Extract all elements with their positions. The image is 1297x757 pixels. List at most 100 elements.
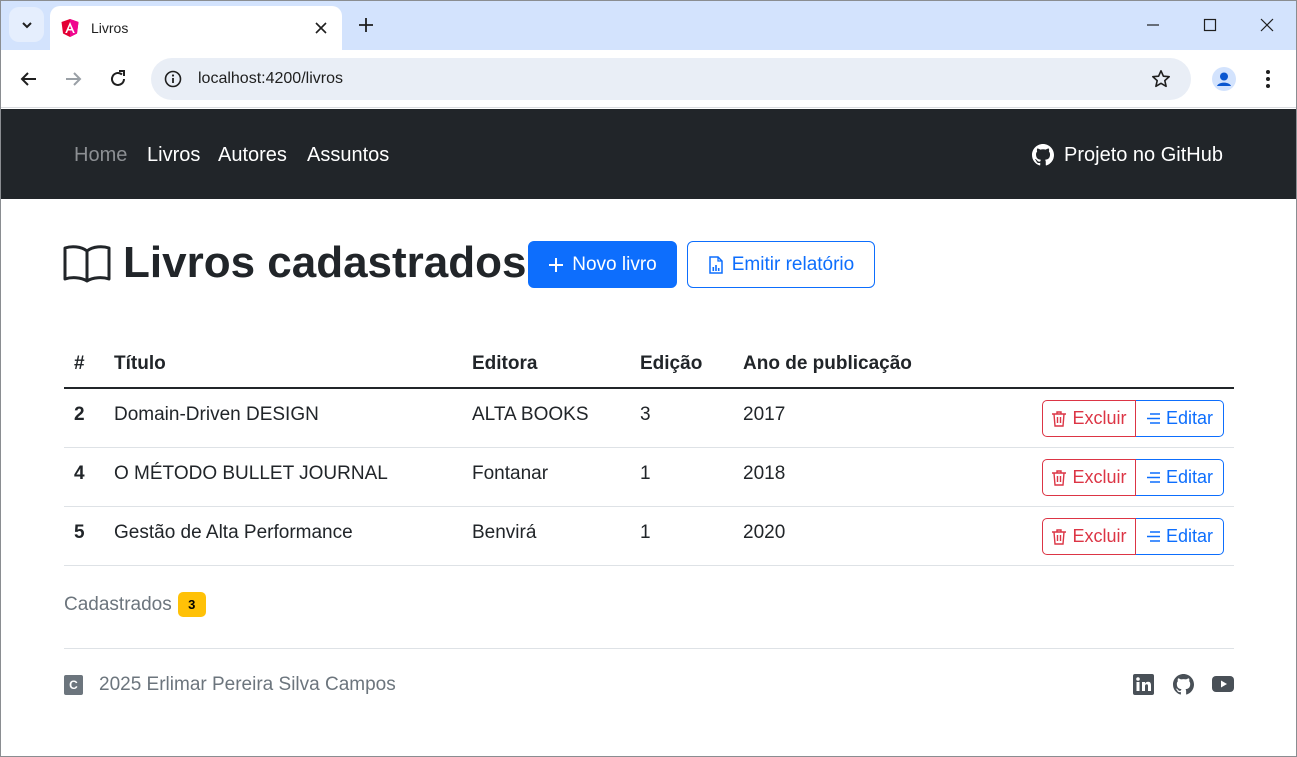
back-button[interactable] (13, 63, 45, 95)
new-book-button[interactable]: Novo livro (528, 241, 677, 288)
trash-icon (1052, 529, 1067, 545)
row-actions: Excluir Editar (1042, 459, 1224, 496)
youtube-icon[interactable] (1212, 673, 1234, 695)
table-row: 4 O MÉTODO BULLET JOURNAL Fontanar 1 201… (64, 448, 1234, 507)
tab-close-icon[interactable] (308, 15, 334, 41)
minimize-icon (1147, 24, 1159, 26)
maximize-icon (1203, 18, 1217, 32)
footer-copyright: C 2025 Erlimar Pereira Silva Campos (64, 674, 396, 696)
nav-link-livros[interactable]: Livros (147, 143, 200, 167)
table-header: # Título Editora Edição Ano de publicaçã… (64, 340, 1234, 389)
trash-icon (1052, 470, 1067, 486)
arrow-right-icon (66, 72, 82, 86)
text-lines-icon (1146, 413, 1160, 424)
maximize-button[interactable] (1181, 0, 1239, 50)
browser-tab[interactable]: Livros (50, 6, 342, 50)
plus-icon (359, 18, 373, 32)
github-icon (1032, 144, 1054, 166)
books-table: # Título Editora Edição Ano de publicaçã… (64, 340, 1234, 566)
page-header: Livros cadastrados (63, 237, 527, 289)
linkedin-icon[interactable] (1132, 673, 1154, 695)
report-label: Emitir relatório (731, 253, 855, 275)
header-ano: Ano de publicação (743, 353, 912, 374)
profile-avatar-icon (1212, 67, 1236, 91)
copyright-icon: C (64, 675, 83, 695)
arrow-left-icon (20, 72, 36, 86)
table-row: 2 Domain-Driven DESIGN ALTA BOOKS 3 2017… (64, 389, 1234, 448)
cell-edicao: 1 (640, 463, 651, 484)
github-project-link[interactable]: Projeto no GitHub (1032, 143, 1223, 167)
angular-logo-icon (60, 18, 80, 38)
cell-editora: Benvirá (472, 522, 537, 543)
forward-button[interactable] (57, 63, 89, 95)
copyright-text: 2025 Erlimar Pereira Silva Campos (99, 674, 396, 695)
bookmark-star-icon[interactable] (1147, 65, 1175, 93)
delete-label: Excluir (1072, 408, 1127, 428)
nav-link-assuntos[interactable]: Assuntos (307, 143, 389, 167)
delete-button[interactable]: Excluir (1042, 459, 1136, 496)
cell-editora: ALTA BOOKS (472, 404, 589, 425)
url-text[interactable]: localhost:4200/livros (198, 70, 1147, 88)
close-icon (1260, 18, 1274, 32)
address-bar[interactable]: localhost:4200/livros (151, 58, 1191, 100)
app-navbar: Home Livros Autores Assuntos Projeto no … (1, 109, 1296, 199)
cell-edicao: 1 (640, 522, 651, 543)
profile-button[interactable] (1208, 63, 1240, 95)
cell-editora: Fontanar (472, 463, 549, 484)
minimize-button[interactable] (1124, 0, 1182, 50)
report-button[interactable]: Emitir relatório (687, 241, 875, 288)
delete-button[interactable]: Excluir (1042, 400, 1136, 437)
cell-titulo: O MÉTODO BULLET JOURNAL (114, 463, 388, 484)
text-lines-icon (1146, 472, 1160, 483)
cell-ano: 2020 (743, 522, 786, 543)
cell-id: 5 (74, 522, 85, 543)
close-window-button[interactable] (1238, 0, 1296, 50)
reload-icon (111, 70, 125, 86)
browser-toolbar: localhost:4200/livros (0, 50, 1297, 108)
row-actions: Excluir Editar (1042, 518, 1224, 555)
nav-link-autores[interactable]: Autores (218, 143, 287, 167)
header-id: # (74, 353, 85, 374)
cell-id: 4 (74, 463, 85, 484)
book-icon (63, 241, 113, 285)
cell-titulo: Gestão de Alta Performance (114, 522, 353, 543)
count-label: Cadastrados (64, 593, 172, 615)
more-vertical-icon (1266, 70, 1270, 88)
browser-tabstrip: Livros (0, 0, 1297, 50)
reload-button[interactable] (102, 63, 134, 95)
delete-label: Excluir (1072, 526, 1127, 546)
cell-ano: 2017 (743, 404, 786, 425)
edit-button[interactable]: Editar (1136, 459, 1224, 496)
github-icon[interactable] (1172, 673, 1194, 695)
trash-icon (1052, 411, 1067, 427)
plus-icon (549, 257, 564, 272)
github-link-label: Projeto no GitHub (1064, 144, 1223, 166)
footer-divider (64, 648, 1234, 649)
page-title: Livros cadastrados (123, 238, 527, 287)
cell-edicao: 3 (640, 404, 651, 425)
text-lines-icon (1146, 531, 1160, 542)
chevron-down-icon (21, 21, 32, 28)
nav-link-home[interactable]: Home (74, 143, 127, 167)
cell-id: 2 (74, 404, 85, 425)
table-row: 5 Gestão de Alta Performance Benvirá 1 2… (64, 507, 1234, 566)
file-chart-icon (709, 255, 723, 274)
edit-label: Editar (1165, 408, 1214, 428)
new-tab-button[interactable] (352, 11, 380, 39)
header-titulo: Título (114, 353, 166, 374)
row-actions: Excluir Editar (1042, 400, 1224, 437)
cell-ano: 2018 (743, 463, 786, 484)
edit-button[interactable]: Editar (1136, 400, 1224, 437)
delete-label: Excluir (1072, 467, 1127, 487)
count-badge: 3 (177, 592, 206, 617)
site-info-icon[interactable] (161, 67, 185, 91)
new-book-label: Novo livro (572, 253, 657, 275)
browser-menu-button[interactable] (1252, 63, 1284, 95)
edit-button[interactable]: Editar (1136, 518, 1224, 555)
edit-label: Editar (1165, 467, 1214, 487)
tab-search-button[interactable] (9, 7, 44, 42)
header-edicao: Edição (640, 353, 703, 374)
tab-title: Livros (91, 20, 129, 36)
delete-button[interactable]: Excluir (1042, 518, 1136, 555)
cell-titulo: Domain-Driven DESIGN (114, 404, 319, 425)
